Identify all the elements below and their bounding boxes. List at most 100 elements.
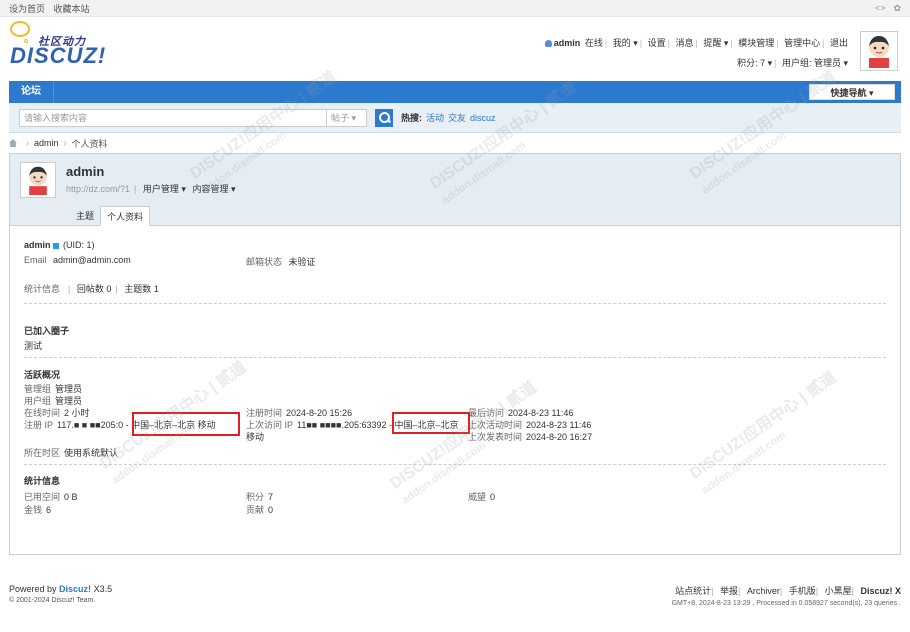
admin-center-link[interactable]: 管理中心 bbox=[784, 38, 820, 48]
mail-status-row: 邮箱状态 未验证 bbox=[246, 255, 316, 268]
profile-avatar[interactable] bbox=[20, 162, 56, 198]
uid-row: admin (UID: 1) bbox=[24, 240, 95, 250]
search-input[interactable]: 请输入搜索内容 bbox=[19, 108, 327, 127]
set-homepage-link[interactable]: 设为首页 bbox=[9, 4, 45, 14]
logo-wordmark: DISCUZ! bbox=[10, 43, 107, 68]
last-ip-label: 上次访问 IP bbox=[246, 420, 294, 430]
last-visit-label: 最后访问 bbox=[468, 408, 505, 418]
contrib-value: 0 bbox=[268, 505, 274, 515]
avatar-icon bbox=[863, 34, 895, 68]
profile-panel: admin http://dz.com/?1 | 用户管理 ▾ 内容管理 ▾ 主题… bbox=[9, 153, 901, 555]
prestige-row: 威望 0 bbox=[468, 490, 495, 503]
highlight-box-reg-ip bbox=[132, 412, 240, 436]
credits-value: 7 bbox=[268, 492, 274, 502]
messages-link[interactable]: 消息 bbox=[675, 38, 693, 48]
footer-brand-link[interactable]: Discuz! bbox=[59, 584, 91, 594]
groups-value[interactable]: 测试 bbox=[24, 339, 42, 352]
prestige-value: 0 bbox=[490, 492, 496, 502]
search-type-select[interactable]: 帖子 ▾ bbox=[327, 108, 367, 127]
notifications-menu[interactable]: 提醒 ▾ bbox=[703, 38, 728, 48]
nav-forum[interactable]: 论坛 bbox=[9, 81, 54, 103]
home-icon[interactable] bbox=[9, 139, 17, 147]
uid-value: (UID: 1) bbox=[63, 240, 95, 250]
module-admin-link[interactable]: 模块管理 bbox=[738, 38, 774, 48]
hot-link-social[interactable]: 交友 bbox=[448, 111, 466, 124]
quick-nav-button[interactable]: 快捷导航 ▾ bbox=[809, 84, 895, 100]
footer-blacklist-link[interactable]: 小黑屋 bbox=[825, 586, 852, 596]
my-menu[interactable]: 我的 ▾ bbox=[613, 38, 638, 48]
user-group-value[interactable]: 管理员 bbox=[55, 396, 82, 406]
tab-profile[interactable]: 个人资料 bbox=[100, 206, 151, 226]
profile-username: admin bbox=[66, 164, 105, 179]
divider bbox=[24, 464, 886, 465]
hot-link-activity[interactable]: 活动 bbox=[426, 111, 444, 124]
admin-group-value[interactable]: 管理员 bbox=[55, 384, 82, 394]
footer-copyright: © 2001-2024 Discuz! Team. bbox=[9, 597, 96, 604]
stats-row: 统计信息 | 回帖数 0 | 主题数 1 bbox=[24, 284, 159, 294]
usergroup-menu[interactable]: 用户组: 管理员 ▾ bbox=[782, 58, 848, 68]
stats-label: 统计信息 bbox=[24, 284, 61, 294]
logout-link[interactable]: 退出 bbox=[830, 38, 848, 48]
breadcrumb-user[interactable]: admin bbox=[34, 138, 59, 148]
activity-title: 活跃概况 bbox=[24, 370, 61, 380]
email-row: Email admin@admin.com bbox=[24, 255, 131, 265]
mail-status-label: 邮箱状态 bbox=[246, 257, 283, 267]
site-header: 社区动力 DISCUZ! admin 在线 | 我的 ▾ | 设置 | 消息 | 提醒 … bbox=[0, 17, 910, 81]
search-icon[interactable] bbox=[375, 108, 393, 127]
footer-left: Powered by Discuz! X3.5 © 2001-2024 Disc… bbox=[9, 584, 112, 604]
divider bbox=[24, 357, 886, 358]
online-indicator-icon bbox=[52, 242, 59, 249]
reg-time-value: 2024-8-20 15:26 bbox=[286, 408, 353, 418]
footer-discuz-link[interactable]: Discuz! X bbox=[860, 586, 901, 596]
online-status: 在线 bbox=[584, 38, 603, 48]
footer-stats-link[interactable]: 站点统计 bbox=[675, 586, 711, 596]
profile-tabs: 主题 个人资料 bbox=[70, 206, 151, 226]
last-active-value: 2024-8-23 11:46 bbox=[526, 420, 592, 430]
username-link[interactable]: admin bbox=[554, 38, 581, 48]
search-bar: 请输入搜索内容 帖子 ▾ 热搜: 活动 交友 discuz bbox=[9, 103, 901, 133]
mail-status-value: 未验证 bbox=[288, 257, 316, 267]
credits-row: 积分 7 bbox=[246, 490, 273, 503]
user-group-label: 用户组 bbox=[24, 396, 52, 406]
user-admin-menu[interactable]: 用户管理 ▾ bbox=[143, 184, 186, 194]
logo-bubble-icon bbox=[10, 21, 30, 37]
footer-gmt: GMT+8, 2024-8-23 13:29 , Processed in 0.… bbox=[671, 600, 901, 607]
hot-link-discuz[interactable]: discuz bbox=[470, 113, 496, 123]
profile-url[interactable]: http://dz.com/?1 bbox=[66, 184, 130, 194]
content-admin-menu[interactable]: 内容管理 ▾ bbox=[192, 184, 235, 194]
footer-mobile-link[interactable]: 手机版 bbox=[789, 586, 816, 596]
hot-search-label: 热搜: bbox=[401, 113, 422, 123]
bookmark-link[interactable]: 收藏本站 bbox=[54, 4, 90, 14]
last-active-label: 上次活动时间 bbox=[468, 420, 523, 430]
threads-link[interactable]: 主题数 1 bbox=[124, 284, 159, 294]
user-bar: admin 在线 | 我的 ▾ | 设置 | 消息 | 提醒 ▾ | 模块管理 | 管理中心… bbox=[543, 35, 848, 71]
code-icon[interactable]: <> bbox=[875, 3, 886, 14]
credits-menu[interactable]: 积分: 7 ▾ bbox=[737, 58, 772, 68]
footer-archiver-link[interactable]: Archiver bbox=[747, 586, 780, 596]
timezone-value: 使用系统默认 bbox=[64, 448, 119, 458]
money-label: 金钱 bbox=[24, 505, 43, 515]
contrib-row: 贡献 0 bbox=[246, 503, 273, 516]
settings-icon[interactable]: ✿ bbox=[893, 3, 901, 14]
powered-by-text: Powered by bbox=[9, 584, 57, 594]
footer-version: X3.5 bbox=[93, 584, 113, 594]
breadcrumb: › admin › 个人资料 bbox=[9, 133, 901, 153]
site-logo[interactable]: 社区动力 DISCUZ! bbox=[10, 21, 110, 69]
last-ip-isp: 移动 bbox=[246, 432, 265, 442]
last-post-value: 2024-8-20 16:27 bbox=[526, 432, 593, 442]
tab-threads[interactable]: 主题 bbox=[70, 206, 100, 226]
highlight-box-last-ip bbox=[392, 412, 470, 434]
replies-link[interactable]: 回帖数 0 bbox=[77, 284, 112, 294]
timezone-label: 所在时区 bbox=[24, 448, 61, 458]
space-label: 已用空间 bbox=[24, 492, 61, 502]
chevron-right-icon: › bbox=[26, 138, 29, 148]
settings-link[interactable]: 设置 bbox=[648, 38, 666, 48]
user-icon bbox=[544, 40, 552, 48]
footer-right: 站点统计| 举报| Archiver| 手机版| 小黑屋| Discuz! X … bbox=[671, 586, 901, 607]
avatar-icon bbox=[29, 166, 47, 195]
online-time-label: 在线时间 bbox=[24, 408, 61, 418]
money-row: 金钱 6 bbox=[24, 503, 51, 516]
footer-report-link[interactable]: 举报 bbox=[720, 586, 738, 596]
header-avatar[interactable] bbox=[860, 31, 898, 71]
online-time-value: 2 小时 bbox=[64, 408, 90, 418]
